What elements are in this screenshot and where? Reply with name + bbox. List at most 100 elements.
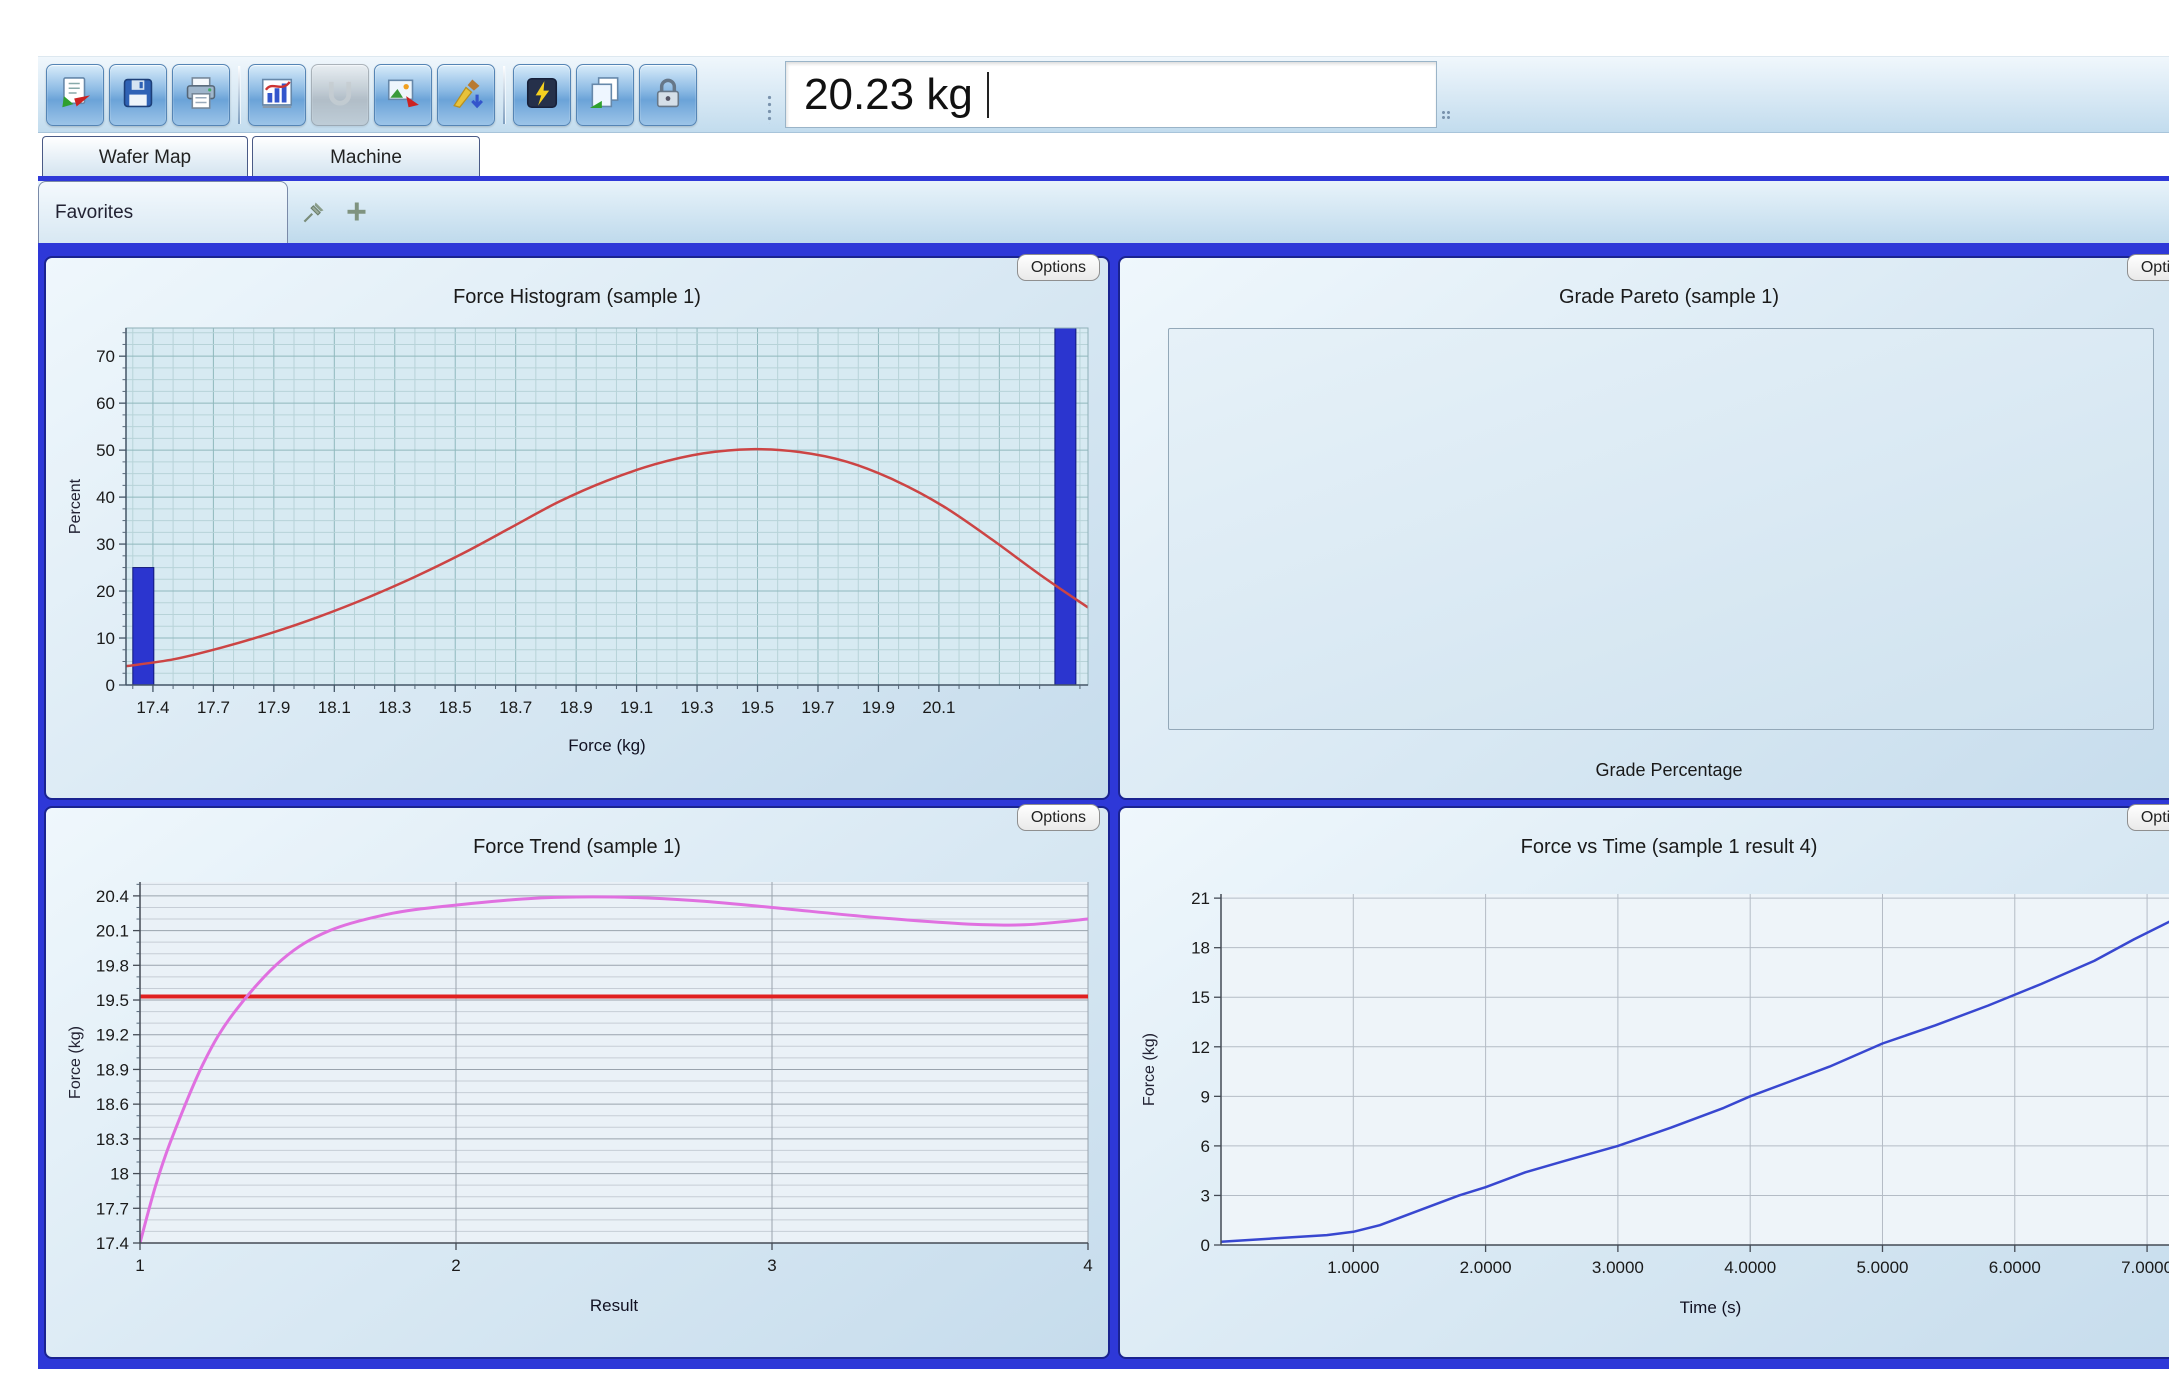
options-button[interactable]: Options: [2127, 804, 2169, 831]
svg-text:19.7: 19.7: [801, 698, 834, 717]
svg-text:20.1: 20.1: [922, 698, 955, 717]
force-histogram-chart[interactable]: 01020304050607017.417.717.918.118.318.51…: [54, 314, 1100, 790]
svg-text:9: 9: [1201, 1087, 1210, 1106]
svg-text:2.0000: 2.0000: [1460, 1258, 1512, 1277]
save-button[interactable]: [109, 64, 167, 126]
toolbar-drag-grip[interactable]: [766, 94, 773, 124]
svg-text:0: 0: [1201, 1236, 1210, 1255]
svg-text:Force (kg): Force (kg): [67, 1026, 84, 1099]
toolbar: 20.23 kg: [38, 56, 2169, 133]
svg-text:Percent: Percent: [67, 478, 84, 534]
application-window: 20.23 kg Wafer Map Machine Favorites Opt…: [0, 0, 2169, 1384]
annotate-button[interactable]: [437, 64, 495, 126]
svg-text:2: 2: [451, 1256, 460, 1275]
grade-pareto-plot-area[interactable]: [1168, 328, 2154, 730]
svg-text:0: 0: [106, 676, 115, 695]
svg-text:40: 40: [96, 488, 115, 507]
svg-text:17.7: 17.7: [96, 1199, 129, 1218]
force-readout-value: 20.23 kg: [804, 70, 973, 120]
copy-results-button[interactable]: [576, 64, 634, 126]
svg-text:30: 30: [96, 535, 115, 554]
svg-text:Result: Result: [590, 1296, 638, 1315]
force-trend-chart[interactable]: 17.417.71818.318.618.919.219.519.820.120…: [54, 864, 1100, 1349]
panel-force-vs-time: Options Force vs Time (sample 1 result 4…: [1118, 806, 2169, 1359]
svg-text:5.0000: 5.0000: [1856, 1258, 1908, 1277]
tab-favorites[interactable]: Favorites: [38, 181, 288, 243]
new-test-button[interactable]: [46, 64, 104, 126]
pin-view-icon[interactable]: [301, 198, 328, 225]
svg-text:20.1: 20.1: [96, 922, 129, 941]
svg-text:3: 3: [767, 1256, 776, 1275]
svg-text:Force (kg): Force (kg): [1141, 1033, 1158, 1106]
image-export-icon: [384, 74, 422, 115]
export-image-button[interactable]: [374, 64, 432, 126]
svg-text:1.0000: 1.0000: [1327, 1258, 1379, 1277]
favorites-tab-label: Favorites: [55, 202, 133, 224]
force-vs-time-chart[interactable]: 0369121518211.00002.00003.00004.00005.00…: [1128, 864, 2169, 1349]
chart-title: Grade Pareto (sample 1): [1120, 286, 2169, 309]
chart-title: Force vs Time (sample 1 result 4): [1120, 836, 2169, 859]
panel-force-trend: Options Force Trend (sample 1) 17.4 17.7 1…: [44, 806, 1110, 1359]
svg-text:17.9: 17.9: [257, 698, 290, 717]
svg-text:19.3: 19.3: [681, 698, 714, 717]
svg-text:4: 4: [1083, 1256, 1092, 1275]
svg-text:19.1: 19.1: [620, 698, 653, 717]
svg-text:1: 1: [135, 1256, 144, 1275]
options-button[interactable]: Options: [2127, 254, 2169, 281]
toolbar-separator: [503, 66, 506, 124]
chart-grid-area: Options Force Histogram (sample 1) 01020…: [38, 243, 2169, 1369]
svg-text:7.0000: 7.0000: [2121, 1258, 2169, 1277]
svg-text:21: 21: [1191, 889, 1210, 908]
toolbar-separator: [238, 66, 241, 124]
svg-text:17.4: 17.4: [96, 1234, 129, 1253]
chart-title: Force Trend (sample 1): [46, 836, 1108, 859]
readout-resize-grip[interactable]: [1441, 110, 1451, 120]
svg-text:18.1: 18.1: [318, 698, 351, 717]
svg-text:18.9: 18.9: [560, 698, 593, 717]
svg-text:20: 20: [96, 582, 115, 601]
options-button[interactable]: Options: [1017, 804, 1100, 831]
force-readout-field[interactable]: 20.23 kg: [785, 61, 1437, 128]
svg-text:6: 6: [1201, 1137, 1210, 1156]
print-icon: [182, 74, 220, 115]
x-axis-label: Grade Percentage: [1128, 760, 2169, 781]
panel-grade-pareto: Options Grade Pareto (sample 1) Grade Pe…: [1118, 256, 2169, 800]
svg-text:18: 18: [1191, 939, 1210, 958]
svg-text:18.3: 18.3: [378, 698, 411, 717]
chart-window-button[interactable]: [248, 64, 306, 126]
svg-text:18: 18: [110, 1165, 129, 1184]
svg-text:19.5: 19.5: [741, 698, 774, 717]
svg-text:60: 60: [96, 394, 115, 413]
svg-text:Time (s): Time (s): [1680, 1298, 1742, 1317]
svg-text:19.2: 19.2: [96, 1026, 129, 1045]
svg-text:19.9: 19.9: [862, 698, 895, 717]
favorites-bar: Favorites: [38, 181, 2169, 243]
save-icon: [119, 74, 157, 115]
svg-text:Force (kg): Force (kg): [568, 736, 645, 755]
undo-button[interactable]: [311, 64, 369, 126]
svg-text:18.7: 18.7: [499, 698, 532, 717]
svg-text:4.0000: 4.0000: [1724, 1258, 1776, 1277]
svg-text:3: 3: [1201, 1186, 1210, 1205]
svg-text:17.7: 17.7: [197, 698, 230, 717]
brush-icon: [447, 74, 485, 115]
trigger-button[interactable]: [513, 64, 571, 126]
document-edit-icon: [56, 74, 94, 115]
panel-force-histogram: Options Force Histogram (sample 1) 0 10 20…: [44, 256, 1110, 800]
svg-text:15: 15: [1191, 988, 1210, 1007]
svg-text:50: 50: [96, 441, 115, 460]
svg-text:3.0000: 3.0000: [1592, 1258, 1644, 1277]
text-cursor: [987, 72, 989, 118]
add-view-icon[interactable]: [343, 198, 370, 225]
svg-text:70: 70: [96, 347, 115, 366]
options-button[interactable]: Options: [1017, 254, 1100, 281]
print-button[interactable]: [172, 64, 230, 126]
tab-wafer-map[interactable]: Wafer Map: [42, 136, 248, 177]
lock-icon: [649, 74, 687, 115]
svg-text:6.0000: 6.0000: [1989, 1258, 2041, 1277]
svg-text:10: 10: [96, 629, 115, 648]
tab-machine[interactable]: Machine: [252, 136, 480, 177]
flash-icon: [523, 74, 561, 115]
lock-button[interactable]: [639, 64, 697, 126]
chart-title: Force Histogram (sample 1): [46, 286, 1108, 309]
